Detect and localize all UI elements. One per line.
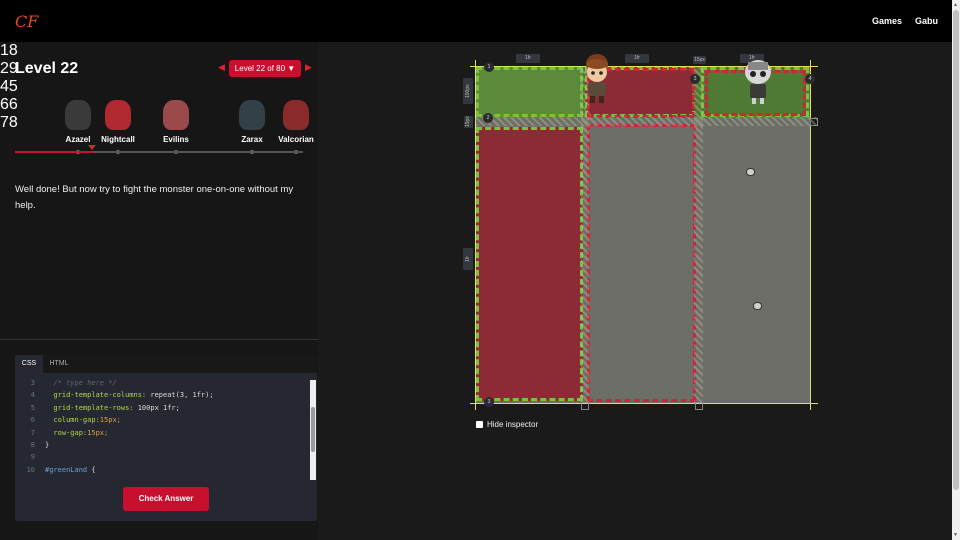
grey-zone-middle xyxy=(587,124,696,402)
code-token: /* type here */ xyxy=(45,379,117,387)
code-text: row-gap:15px; xyxy=(45,427,108,439)
level-select-dropdown[interactable]: Level 22 of 80 ▼ xyxy=(229,60,301,77)
line-number: 8 xyxy=(30,441,35,449)
code-token: #greenLand xyxy=(45,465,88,474)
track-handle[interactable] xyxy=(810,118,818,126)
level-progress-fill xyxy=(15,151,93,153)
track-handle[interactable] xyxy=(581,402,589,410)
boss-name: Nightcall xyxy=(101,135,135,144)
rock-icon xyxy=(746,168,755,176)
grid-line-right xyxy=(810,60,811,410)
level-progress-track xyxy=(15,151,303,153)
boss-portrait-icon xyxy=(163,100,189,130)
rock-icon xyxy=(753,302,762,310)
line-number: 3 xyxy=(30,379,35,387)
code-token: grid-template-rows: xyxy=(45,403,138,412)
editor-tabs: CSS HTML xyxy=(15,355,317,373)
code-area[interactable]: 3 /* type here */ 4 grid-template-columns… xyxy=(15,377,310,477)
boss-name: Valcorian xyxy=(278,135,314,144)
svg-text:CF: CF xyxy=(15,12,39,31)
grid-line-number: 2 xyxy=(483,113,493,123)
row-size-tag-1: 100px xyxy=(463,78,473,104)
code-token: row-gap: xyxy=(45,428,88,437)
col-gap-tag: 15px xyxy=(693,56,706,64)
grid-line-number: 3 xyxy=(484,397,494,407)
boss-portrait-icon xyxy=(239,100,265,130)
hide-inspector-label: Hide inspector xyxy=(487,420,539,429)
code-text: } xyxy=(45,439,49,451)
line-number: 9 xyxy=(30,453,35,462)
game-logo-icon[interactable]: CF xyxy=(15,10,41,32)
boss-evilins[interactable]: Evilins xyxy=(146,100,206,144)
boss-level-number: 18 xyxy=(0,42,18,59)
boss-nightcall[interactable]: Nightcall xyxy=(88,100,148,144)
col-size-tag-1: 1fr xyxy=(516,54,540,63)
code-token: grid-template-columns: xyxy=(45,391,151,400)
scroll-up-icon[interactable]: ▲ xyxy=(953,2,958,8)
grid-line-number: 3 xyxy=(690,74,700,84)
code-text: #greenLand { xyxy=(45,464,96,476)
red-land-zone xyxy=(476,127,583,401)
prev-level-icon[interactable]: ◀ xyxy=(218,62,225,73)
top-navbar: CF Games Gabu xyxy=(0,0,952,42)
grid-line-number: 1 xyxy=(484,62,494,72)
line-number: 6 xyxy=(30,416,35,425)
row-size-tag-2: 1fr xyxy=(463,248,473,270)
left-panel: Level 22 ◀ Level 22 of 80 ▼ ▶ Azazel 18 Ni… xyxy=(0,42,318,540)
code-token: 15px; xyxy=(87,428,109,437)
boss-portrait-icon xyxy=(283,100,309,130)
editor-scrollbar[interactable] xyxy=(310,380,316,480)
skeleton-monster-icon xyxy=(745,60,771,104)
page-scrollbar[interactable]: ▲ ▼ xyxy=(952,0,960,540)
track-handle[interactable] xyxy=(695,402,703,410)
row-gap-tag: 15px xyxy=(464,116,473,128)
panel-divider xyxy=(0,339,318,340)
scrollbar-thumb[interactable] xyxy=(953,10,959,490)
code-token: 15px; xyxy=(99,416,121,425)
column-gap-area-2 xyxy=(694,66,703,403)
code-text: /* type here */ xyxy=(45,377,117,389)
boss-portrait-icon xyxy=(105,100,131,130)
check-answer-button[interactable]: Check Answer xyxy=(123,487,209,511)
code-text: grid-template-columns: repeat(3, 1fr); xyxy=(45,389,214,401)
code-token: { xyxy=(87,465,96,474)
boss-level-number: 45 xyxy=(0,78,18,95)
code-editor: CSS HTML 3 /* type here */ 4 grid-templat… xyxy=(15,355,317,521)
editor-scrollbar-thumb[interactable] xyxy=(311,407,315,452)
tab-css[interactable]: CSS xyxy=(15,355,43,373)
hide-inspector-toggle[interactable]: Hide inspector xyxy=(476,420,538,429)
grid-line-left xyxy=(475,60,476,410)
current-level-marker-icon xyxy=(88,145,96,150)
boss-roster: Azazel 18 Nightcall 29 Evilins 45 Zarax 66 Valco… xyxy=(0,42,318,154)
code-text: column-gap:15px; xyxy=(45,414,121,426)
line-number: 10 xyxy=(26,465,35,474)
nav-games-link[interactable]: Games xyxy=(872,16,902,26)
tab-html[interactable]: HTML xyxy=(45,355,73,373)
code-text: grid-template-rows: 100px 1fr; xyxy=(45,402,180,414)
code-token: } xyxy=(45,441,50,449)
scroll-down-icon[interactable]: ▼ xyxy=(953,532,958,538)
row-gap-area xyxy=(476,117,817,126)
code-token: repeat(3, 1fr); xyxy=(150,391,214,400)
column-gap-area-1 xyxy=(581,66,589,403)
hero-character-icon xyxy=(586,54,608,103)
line-number: 4 xyxy=(30,391,35,400)
hide-inspector-checkbox[interactable] xyxy=(476,421,483,429)
boss-valcorian[interactable]: Valcorian xyxy=(266,100,326,144)
line-number: 5 xyxy=(30,403,35,412)
grid-line-number: 4 xyxy=(805,74,815,84)
green-land-zone xyxy=(476,67,583,117)
boss-name: Evilins xyxy=(163,135,189,144)
grid-line-bottom xyxy=(470,403,818,404)
next-level-icon[interactable]: ▶ xyxy=(305,62,312,73)
col-size-tag-2: 1fr xyxy=(625,54,649,63)
instructions-text: Well done! But now try to fight the mons… xyxy=(15,184,294,211)
code-token: 100px 1fr; xyxy=(137,403,180,412)
nav-user-link[interactable]: Gabu xyxy=(915,16,938,26)
line-number: 7 xyxy=(30,428,35,437)
level-title: Level 22 xyxy=(15,60,79,77)
code-token: column-gap: xyxy=(45,416,100,425)
